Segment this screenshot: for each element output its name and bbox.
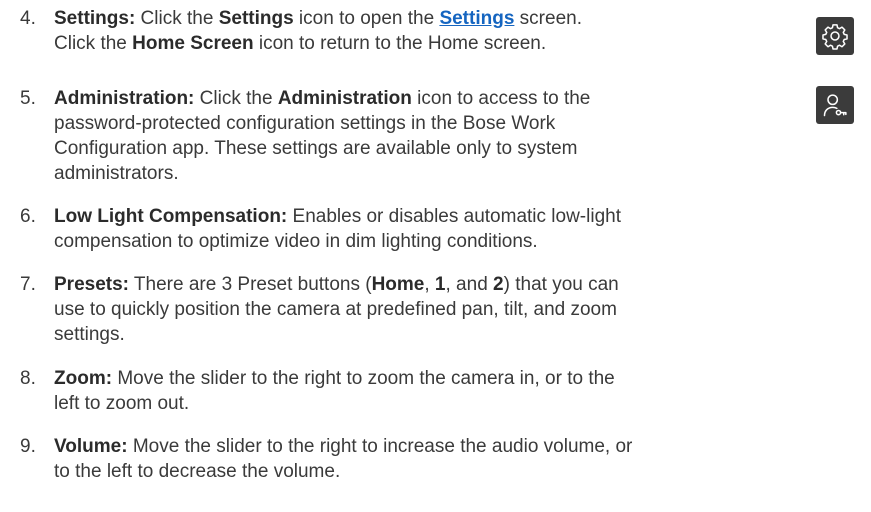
user-key-icon [816,86,854,124]
item-line: Volume: Move the slider to the right to … [54,436,633,457]
item-line: Configuration app. These settings are av… [54,138,578,159]
item-title: Zoom: [54,368,113,389]
item-line: Settings: Click the Settings icon to ope… [54,8,582,29]
item-line: to the left to decrease the volume. [54,461,341,482]
item-line: Presets: There are 3 Preset buttons (Hom… [54,274,619,295]
item-line: Administration: Click the Administration… [54,88,591,109]
item-title: Presets: [54,274,129,295]
item-line: Click the Home Screen icon to return to … [54,33,547,54]
item-number: 8. [20,368,36,389]
item-title: Settings: [54,8,136,29]
item-title: Administration: [54,88,195,109]
item-line: compensation to optimize video in dim li… [54,231,538,252]
item-number: 9. [20,436,36,457]
item-line: Low Light Compensation: Enables or disab… [54,206,621,227]
item-line: use to quickly position the camera at pr… [54,299,617,320]
item-number: 7. [20,274,36,295]
item-title: Low Light Compensation: [54,206,288,227]
gear-icon [816,17,854,55]
item-number: 5. [20,88,36,109]
item-title: Volume: [54,436,128,457]
item-line: settings. [54,324,125,345]
item-line: administrators. [54,163,179,184]
item-line: left to zoom out. [54,393,190,414]
item-number: 6. [20,206,36,227]
item-line: password-protected configuration setting… [54,113,556,134]
item-number: 4. [20,8,36,29]
settings-link[interactable]: Settings [439,8,514,29]
item-line: Zoom: Move the slider to the right to zo… [54,368,615,389]
